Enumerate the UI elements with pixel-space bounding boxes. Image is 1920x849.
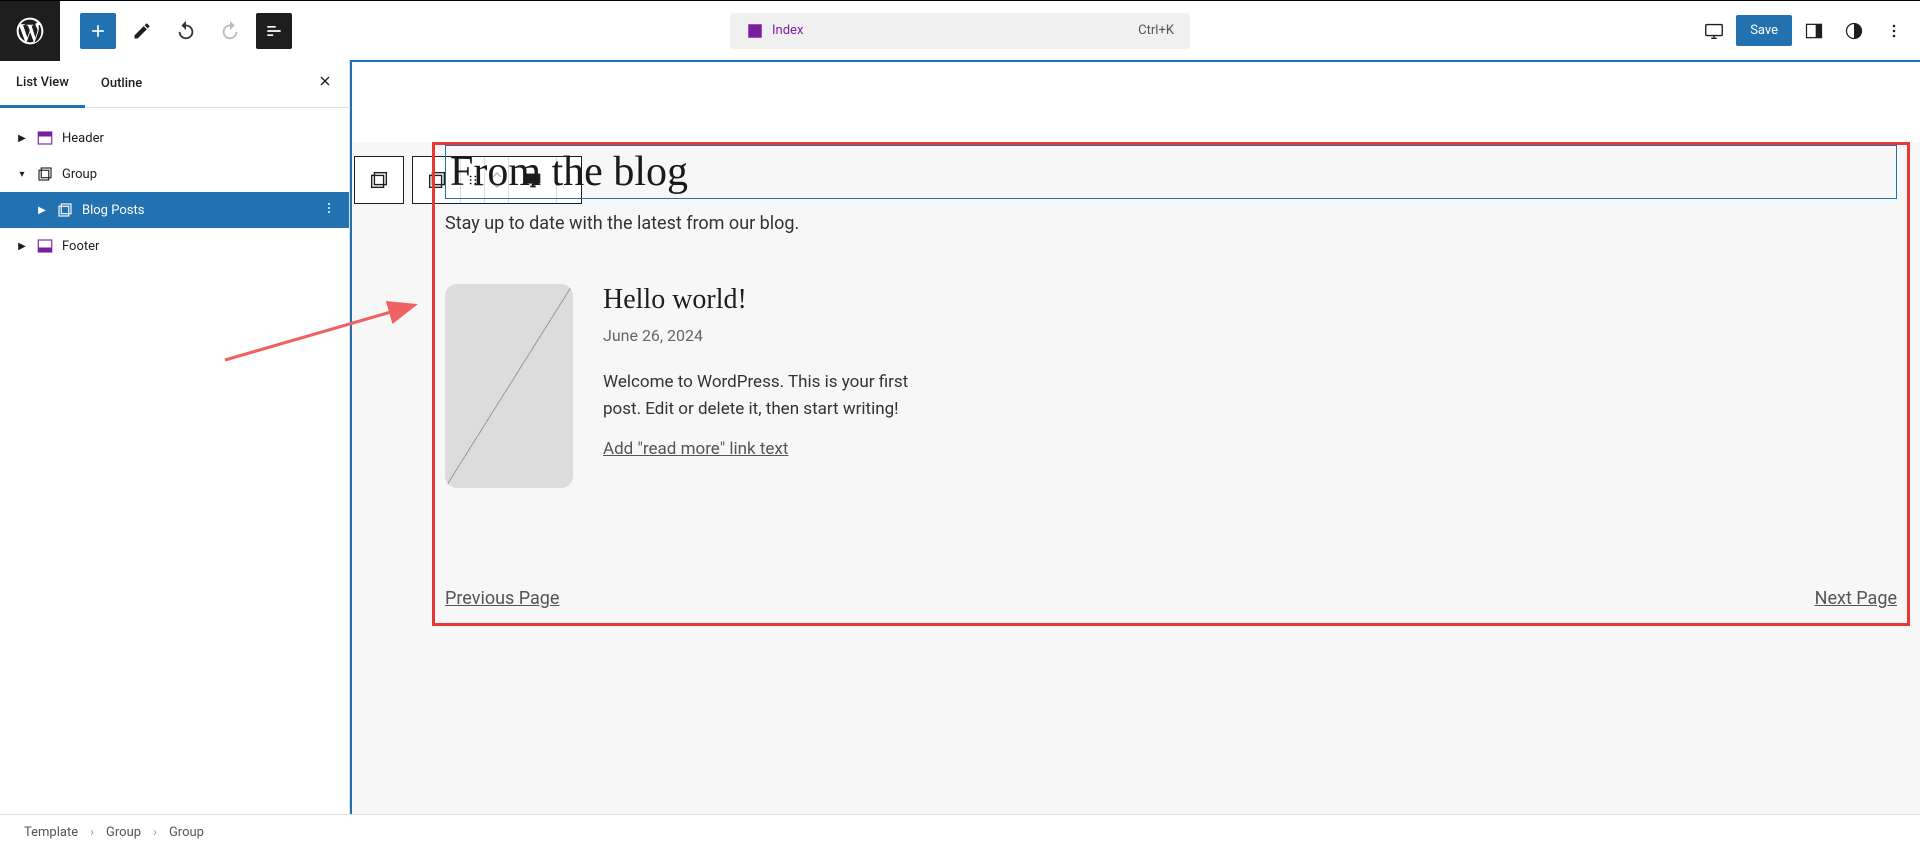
list-view-sidebar: List View Outline ▶ Header ▾ Group ▶ Blo… <box>0 60 350 814</box>
top-toolbar: Index Ctrl+K Save <box>0 0 1920 60</box>
close-panel-button[interactable] <box>301 73 349 94</box>
redo-icon <box>219 20 241 42</box>
footer-block-icon <box>36 237 54 255</box>
tab-outline[interactable]: Outline <box>85 61 158 106</box>
chevron-down-icon: ▾ <box>16 169 28 180</box>
chevron-right-icon: ▶ <box>16 241 28 252</box>
sidebar-tabs: List View Outline <box>0 60 349 108</box>
options-button[interactable] <box>1876 13 1912 49</box>
undo-icon <box>175 20 197 42</box>
chevron-right-icon: ▶ <box>36 205 48 216</box>
post-thumbnail-placeholder[interactable] <box>445 284 573 488</box>
kebab-icon <box>1884 21 1904 41</box>
pagination: Previous Page Next Page <box>445 588 1897 613</box>
breadcrumb-item[interactable]: Group <box>106 825 141 840</box>
header-block-icon <box>36 129 54 147</box>
contrast-icon <box>1844 21 1864 41</box>
read-more-link[interactable]: Add "read more" link text <box>603 439 788 459</box>
post-item: Hello world! June 26, 2024 Welcome to Wo… <box>445 284 1897 488</box>
breadcrumb-item[interactable]: Group <box>169 825 204 840</box>
chevron-right-icon: › <box>90 825 94 840</box>
breadcrumb-bar: Template › Group › Group <box>0 814 1920 849</box>
tree-label: Blog Posts <box>82 203 144 218</box>
list-view-icon <box>264 21 284 41</box>
tree-item-options[interactable] <box>321 200 337 220</box>
pencil-icon <box>132 21 152 41</box>
desktop-icon <box>1703 20 1725 42</box>
post-excerpt[interactable]: Welcome to WordPress. This is your first… <box>603 369 923 423</box>
edit-tool-button[interactable] <box>124 13 160 49</box>
view-button[interactable] <box>1696 13 1732 49</box>
breadcrumb-item[interactable]: Template <box>24 825 78 840</box>
toolbar-left-group <box>60 13 292 49</box>
blog-posts-block[interactable]: From the blog Stay up to date with the l… <box>432 142 1910 626</box>
template-icon <box>746 22 764 40</box>
sidebar-icon <box>1804 21 1824 41</box>
add-block-button[interactable] <box>80 13 116 49</box>
settings-panel-button[interactable] <box>1796 13 1832 49</box>
chevron-right-icon: › <box>153 825 157 840</box>
pattern-block-icon <box>56 201 74 219</box>
toolbar-right-group: Save <box>1696 13 1920 49</box>
post-title[interactable]: Hello world! <box>603 284 923 316</box>
shortcut-hint: Ctrl+K <box>1138 23 1174 38</box>
tree-label: Header <box>62 131 104 146</box>
wordpress-icon <box>14 15 46 47</box>
tab-list-view[interactable]: List View <box>0 60 85 108</box>
group-block-icon <box>36 165 54 183</box>
heading-block[interactable]: From the blog <box>445 145 1897 199</box>
subtitle-text[interactable]: Stay up to date with the latest from our… <box>445 213 1897 234</box>
tree-item-blog-posts[interactable]: ▶ Blog Posts <box>0 192 349 228</box>
list-view-toggle-button[interactable] <box>256 13 292 49</box>
styles-button[interactable] <box>1836 13 1872 49</box>
tree-item-group[interactable]: ▾ Group <box>0 156 349 192</box>
document-title-bar[interactable]: Index Ctrl+K <box>730 13 1190 49</box>
group-parent-icon <box>368 169 390 191</box>
block-tree: ▶ Header ▾ Group ▶ Blog Posts ▶ Footer <box>0 108 349 276</box>
main-area: List View Outline ▶ Header ▾ Group ▶ Blo… <box>0 60 1920 814</box>
tree-item-header[interactable]: ▶ Header <box>0 120 349 156</box>
redo-button[interactable] <box>212 13 248 49</box>
save-button[interactable]: Save <box>1736 15 1792 46</box>
close-icon <box>317 73 333 89</box>
previous-page-link[interactable]: Previous Page <box>445 588 559 609</box>
tree-item-footer[interactable]: ▶ Footer <box>0 228 349 264</box>
post-date[interactable]: June 26, 2024 <box>603 326 923 345</box>
next-page-link[interactable]: Next Page <box>1815 588 1897 609</box>
plus-icon <box>88 21 108 41</box>
chevron-right-icon: ▶ <box>16 133 28 144</box>
post-body: Hello world! June 26, 2024 Welcome to Wo… <box>603 284 923 488</box>
undo-button[interactable] <box>168 13 204 49</box>
document-title: Index <box>772 23 803 38</box>
editor-canvas[interactable]: From the blog Stay up to date with the l… <box>350 60 1920 814</box>
tree-label: Footer <box>62 239 99 254</box>
parent-block-button[interactable] <box>355 157 403 203</box>
wordpress-logo[interactable] <box>0 1 60 61</box>
tree-label: Group <box>62 167 97 182</box>
